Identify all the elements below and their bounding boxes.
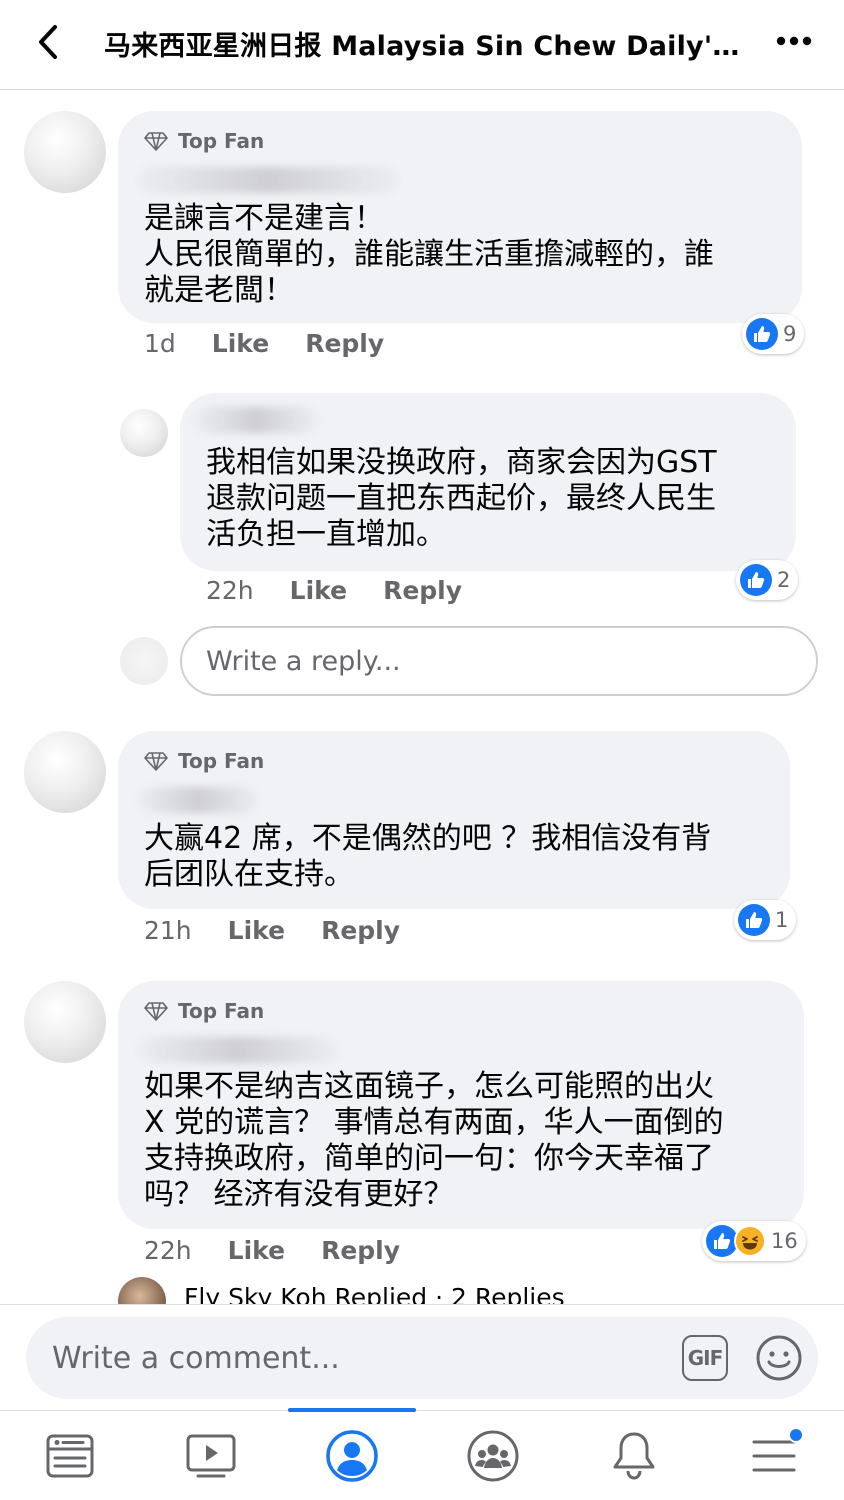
diamond-icon — [144, 132, 168, 151]
haha-reaction-icon — [734, 1225, 766, 1257]
like-button[interactable]: Like — [228, 916, 285, 945]
like-reaction-icon — [740, 564, 772, 596]
reply-button[interactable]: Reply — [383, 576, 462, 605]
reply-button[interactable]: Reply — [321, 1236, 400, 1265]
reaction-count: 9 — [783, 322, 797, 346]
comment-text: 我相信如果没换政府，商家会因为GST 退款问题一直把东西起价，最终人民生 活负担… — [206, 445, 717, 552]
like-button[interactable]: Like — [290, 576, 347, 605]
badge-label: Top Fan — [178, 129, 265, 153]
reply-placeholder: Write a reply... — [206, 645, 401, 677]
gif-label: GIF — [687, 1346, 724, 1370]
badge-label: Top Fan — [178, 749, 265, 773]
timestamp: 21h — [144, 916, 192, 945]
comment-meta: 22h Like Reply — [144, 1236, 436, 1265]
tab-news-feed[interactable] — [10, 1411, 130, 1500]
reaction-summary[interactable]: 9 — [742, 314, 805, 354]
app: 马来西亚星洲日报 Malaysia Sin Chew Daily's P... … — [0, 0, 844, 1500]
comment-composer: Write a comment... GIF — [0, 1304, 844, 1410]
menu-icon — [752, 1440, 796, 1472]
comment-input[interactable]: Write a comment... GIF — [26, 1317, 818, 1399]
avatar[interactable] — [120, 409, 168, 457]
chevron-left-icon — [39, 25, 57, 59]
tab-menu[interactable] — [714, 1411, 834, 1500]
comment-text: 是諫言不是建言！ 人民很簡單的，誰能讓生活重擔減輕的，誰 就是老闆！ — [144, 201, 714, 308]
comment-bubble[interactable]: Top Fan 是諫言不是建言！ 人民很簡單的，誰能讓生活重擔減輕的，誰 就是老… — [118, 111, 802, 323]
top-fan-badge: Top Fan — [144, 749, 264, 773]
reaction-summary[interactable]: 16 — [702, 1221, 806, 1261]
gif-button[interactable]: GIF — [682, 1335, 728, 1381]
top-fan-badge: Top Fan — [144, 129, 264, 153]
tab-watch[interactable] — [151, 1411, 271, 1500]
avatar — [120, 637, 168, 685]
comment-text: 如果不是纳吉这面镜子，怎么可能照的出火 X 党的谎言？ 事情总有两面，华人一面倒… — [144, 1069, 724, 1212]
reply-button[interactable]: Reply — [321, 916, 400, 945]
comment-text: 大赢42 席，不是偶然的吧 ？我相信没有背 后团队在支持。 — [144, 821, 712, 892]
profile-icon — [326, 1430, 378, 1482]
avatar[interactable] — [24, 731, 106, 813]
bell-icon — [613, 1432, 655, 1480]
emoji-button[interactable] — [754, 1333, 804, 1383]
groups-icon — [467, 1430, 519, 1482]
replied-text: Fly Sky Koh Replied · 2 Replies — [184, 1283, 565, 1304]
tab-profile[interactable] — [292, 1411, 412, 1500]
top-fan-badge: Top Fan — [144, 999, 264, 1023]
timestamp: 22h — [144, 1236, 192, 1265]
reaction-count: 16 — [771, 1229, 798, 1253]
tab-groups[interactable] — [433, 1411, 553, 1500]
author-name[interactable] — [194, 407, 318, 433]
avatar[interactable] — [24, 111, 106, 193]
comment-placeholder: Write a comment... — [52, 1341, 340, 1376]
more-button[interactable] — [774, 26, 814, 56]
reaction-count: 2 — [777, 568, 791, 592]
more-dots-icon — [776, 36, 812, 46]
timestamp: 1d — [144, 329, 176, 358]
author-name[interactable] — [138, 1037, 338, 1063]
menu-badge — [788, 1427, 804, 1443]
view-replies-link[interactable]: Fly Sky Koh Replied · 2 Replies — [116, 1277, 716, 1304]
like-reaction-icon — [738, 904, 770, 936]
comments-feed[interactable]: Top Fan 是諫言不是建言！ 人民很簡單的，誰能讓生活重擔減輕的，誰 就是老… — [0, 91, 844, 1304]
comment-bubble[interactable]: Top Fan 大赢42 席，不是偶然的吧 ？我相信没有背 后团队在支持。 — [118, 731, 790, 909]
comment-meta: 1d Like Reply — [144, 329, 420, 358]
news-feed-icon — [46, 1434, 94, 1478]
avatar[interactable] — [24, 981, 106, 1063]
header: 马来西亚星洲日报 Malaysia Sin Chew Daily's P... — [0, 0, 844, 90]
like-button[interactable]: Like — [212, 329, 269, 358]
like-reaction-icon — [746, 318, 778, 350]
reaction-summary[interactable]: 2 — [736, 560, 799, 600]
author-name[interactable] — [138, 167, 398, 193]
diamond-icon — [144, 1002, 168, 1021]
reaction-count: 1 — [775, 908, 789, 932]
smiley-icon — [756, 1335, 802, 1381]
diamond-icon — [144, 752, 168, 771]
tab-notifications[interactable] — [574, 1411, 694, 1500]
page-title: 马来西亚星洲日报 Malaysia Sin Chew Daily's P... — [104, 31, 754, 62]
bottom-tab-bar — [0, 1408, 844, 1500]
author-name[interactable] — [138, 787, 258, 813]
avatar — [118, 1277, 166, 1304]
comment-bubble[interactable]: Top Fan 如果不是纳吉这面镜子，怎么可能照的出火 X 党的谎言？ 事情总有… — [118, 981, 804, 1229]
like-button[interactable]: Like — [228, 1236, 285, 1265]
comment-meta: 22h Like Reply — [206, 576, 498, 605]
reply-button[interactable]: Reply — [305, 329, 384, 358]
reply-input[interactable]: Write a reply... — [180, 626, 818, 696]
timestamp: 22h — [206, 576, 254, 605]
video-icon — [186, 1434, 236, 1478]
back-button[interactable] — [28, 22, 68, 62]
reaction-summary[interactable]: 1 — [734, 900, 797, 940]
comment-bubble[interactable]: 我相信如果没换政府，商家会因为GST 退款问题一直把东西起价，最终人民生 活负担… — [180, 393, 796, 571]
badge-label: Top Fan — [178, 999, 265, 1023]
comment-meta: 21h Like Reply — [144, 916, 436, 945]
